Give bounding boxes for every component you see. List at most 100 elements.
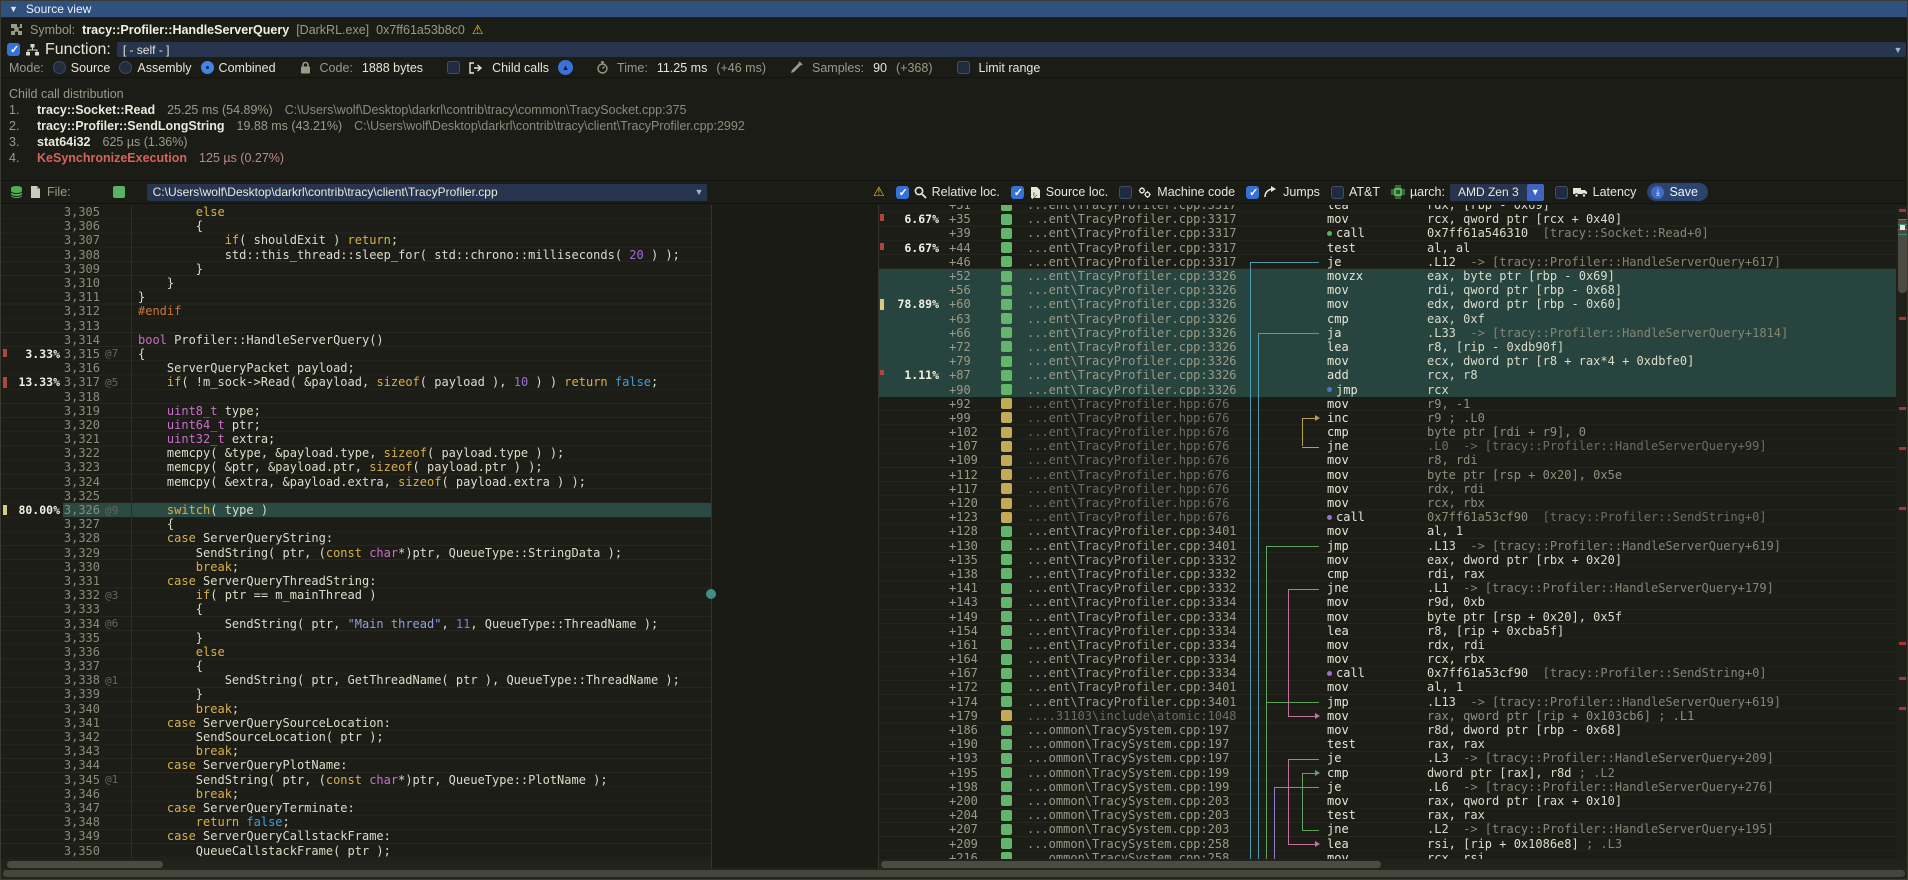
scrollbar-thumb[interactable] [3,870,1905,877]
asm-row[interactable]: +123...ent\TracyProfiler.hpp:676call0x7f… [879,510,1908,524]
asm-row[interactable]: +154...ent\TracyProfiler.cpp:3334lear8, … [879,624,1908,638]
asm-row[interactable]: 6.67%+44...ent\TracyProfiler.cpp:3317tes… [879,241,1908,255]
source-line[interactable]: 3,334@6 SendString( ptr, "Main thread", … [1,616,711,630]
file-path-combo[interactable]: C:\Users\wolf\Desktop\darkrl\contrib\tra… [147,184,707,201]
asm-row[interactable]: +193...ommon\TracySystem.cpp:197je.L3 ->… [879,751,1908,765]
assembly-vscrollbar[interactable] [1896,205,1908,859]
radio-assembly[interactable] [119,61,132,74]
asm-row[interactable]: +128...ent\TracyProfiler.cpp:3401moval, … [879,524,1908,538]
asm-row[interactable]: 78.89%+60...ent\TracyProfiler.cpp:3326mo… [879,297,1908,311]
source-line[interactable]: 3,318 [1,389,711,403]
source-line[interactable]: 3,323 memcpy( &ptr, &payload.ptr, sizeof… [1,460,711,474]
asm-row[interactable]: +79...ent\TracyProfiler.cpp:3326movecx, … [879,354,1908,368]
asm-row[interactable]: +164...ent\TracyProfiler.cpp:3334movrcx,… [879,652,1908,666]
source-line[interactable]: 3,327 { [1,517,711,531]
source-line[interactable]: 3,329 SendString( ptr, (const char*)ptr,… [1,546,711,560]
window-hscrollbar[interactable] [1,868,1908,879]
source-line[interactable]: 3,330 break; [1,560,711,574]
source-line[interactable]: 3,328 case ServerQueryString: [1,531,711,545]
source-line[interactable]: 3,337 { [1,659,711,673]
asm-row[interactable]: +90...ent\TracyProfiler.cpp:3326jmprcx [879,382,1908,396]
asm-row[interactable]: +102...ent\TracyProfiler.hpp:676cmpbyte … [879,425,1908,439]
function-combo[interactable]: [ - self - ] ▼ [117,42,1906,57]
chevron-down-icon[interactable]: ▼ [1890,45,1906,55]
asm-row[interactable]: +99...ent\TracyProfiler.hpp:676incr9 ; .… [879,411,1908,425]
asm-row[interactable]: +143...ent\TracyProfiler.cpp:3334movr9d,… [879,595,1908,609]
save-button[interactable]: ⤓ Save [1647,183,1708,201]
asm-row[interactable]: +186...ommon\TracySystem.cpp:197movr8d, … [879,723,1908,737]
toggle-latency[interactable]: Latency [1555,185,1637,199]
asm-row[interactable]: +161...ent\TracyProfiler.cpp:3334movrdx,… [879,638,1908,652]
source-line[interactable]: 3,331 case ServerQueryThreadString: [1,574,711,588]
source-line[interactable]: 3,333 { [1,602,711,616]
asm-row[interactable]: +135...ent\TracyProfiler.cpp:3332moveax,… [879,553,1908,567]
function-checkbox[interactable] [7,43,20,56]
asm-row[interactable]: +204...ommon\TracySystem.cpp:203testrax,… [879,808,1908,822]
source-line[interactable]: 3,338@1 SendString( ptr, GetThreadName( … [1,673,711,687]
source-line[interactable]: 3,308 std::this_thread::sleep_for( std::… [1,248,711,262]
source-line[interactable]: 3,339 } [1,687,711,701]
asm-row[interactable]: +117...ent\TracyProfiler.hpp:676movrdx, … [879,482,1908,496]
source-line[interactable]: 3,342 SendSourceLocation( ptr ); [1,730,711,744]
source-line[interactable]: 3,312#endif [1,304,711,318]
source-line[interactable]: 3,347 case ServerQueryTerminate: [1,801,711,815]
asm-row[interactable]: +130...ent\TracyProfiler.cpp:3401jmp.L13… [879,539,1908,553]
source-line[interactable]: 3,316 ServerQueryPacket payload; [1,361,711,375]
source-line[interactable]: 3,350 QueueCallstackFrame( ptr ); [1,843,711,857]
titlebar[interactable]: ▼ Source view [1,1,1907,18]
asm-row[interactable]: +107...ent\TracyProfiler.hpp:676jne.L0 -… [879,439,1908,453]
asm-row[interactable]: +209...ommon\TracySystem.cpp:258learsi, … [879,836,1908,850]
collapse-icon[interactable]: ▼ [9,4,18,14]
asm-row[interactable]: +198...ommon\TracySystem.cpp:199je.L6 ->… [879,780,1908,794]
source-line[interactable]: 3,311} [1,290,711,304]
asm-row[interactable]: +141...ent\TracyProfiler.cpp:3332jne.L1 … [879,581,1908,595]
source-line[interactable]: 3,335 } [1,631,711,645]
asm-row[interactable]: +149...ent\TracyProfiler.cpp:3334movbyte… [879,609,1908,623]
asm-row[interactable]: +66...ent\TracyProfiler.cpp:3326ja.L33 -… [879,326,1908,340]
source-line[interactable]: 3,325 [1,489,711,503]
source-line[interactable]: 3,321 uint32_t extra; [1,432,711,446]
toggle-jumps[interactable]: Jumps [1246,185,1320,199]
source-line[interactable]: 3,336 else [1,645,711,659]
asm-row[interactable]: +167...ent\TracyProfiler.cpp:3334call0x7… [879,666,1908,680]
source-line[interactable]: 3,345@1 SendString( ptr, (const char*)pt… [1,773,711,787]
scrollbar-thumb[interactable] [881,861,1381,868]
scrollbar-thumb[interactable] [1898,219,1907,293]
child-call-item[interactable]: 3.stat64i32625 µs (1.36%) [1,134,1907,150]
asm-row[interactable]: +72...ent\TracyProfiler.cpp:3326lear8, [… [879,340,1908,354]
asm-row[interactable]: +172...ent\TracyProfiler.cpp:3401moval, … [879,680,1908,694]
child-call-item[interactable]: 1.tracy::Socket::Read25.25 ms (54.89%)C:… [1,102,1907,118]
asm-row[interactable]: +179....31103\include\atomic:1048movrax,… [879,709,1908,723]
source-line[interactable]: 3,322 memcpy( &type, &payload.type, size… [1,446,711,460]
asm-row[interactable]: +200...ommon\TracySystem.cpp:203movrax, … [879,794,1908,808]
asm-row[interactable]: +109...ent\TracyProfiler.hpp:676movr8, r… [879,453,1908,467]
source-line[interactable]: 3,341 case ServerQuerySourceLocation: [1,716,711,730]
scrollbar-thumb[interactable] [7,861,163,868]
asm-row[interactable]: +56...ent\TracyProfiler.cpp:3326movrdi, … [879,283,1908,297]
asm-row[interactable]: +52...ent\TracyProfiler.cpp:3326movzxeax… [879,269,1908,283]
asm-row[interactable]: +39...ent\TracyProfiler.cpp:3317call0x7f… [879,226,1908,240]
radio-source[interactable] [53,61,66,74]
source-line[interactable]: 3,340 break; [1,702,711,716]
child-call-item[interactable]: 4.KeSynchronizeExecution125 µs (0.27%) [1,150,1907,166]
asm-row[interactable]: 1.11%+87...ent\TracyProfiler.cpp:3326add… [879,368,1908,382]
chevron-down-icon[interactable]: ▼ [691,187,707,197]
source-line[interactable]: 3,307 if( shouldExit ) return; [1,233,711,247]
asm-row[interactable]: 6.67%+35...ent\TracyProfiler.cpp:3317mov… [879,212,1908,226]
source-line[interactable]: 3,344 case ServerQueryPlotName: [1,758,711,772]
asm-row[interactable]: +138...ent\TracyProfiler.cpp:3332cmprdi,… [879,567,1908,581]
asm-row[interactable]: +174...ent\TracyProfiler.cpp:3401jmp.L13… [879,695,1908,709]
toggle-relative-loc[interactable]: Relative loc. [896,185,1000,199]
source-line[interactable]: 3,346 break; [1,787,711,801]
source-line[interactable]: 3,332@3 if( ptr == m_mainThread ) [1,588,711,602]
child-calls-checkbox[interactable] [447,61,460,74]
source-line[interactable]: 3,309 } [1,262,711,276]
source-line[interactable]: 3,319 uint8_t type; [1,404,711,418]
mode-assembly[interactable]: Assembly [119,61,191,75]
asm-row[interactable]: +46...ent\TracyProfiler.cpp:3317je.L12 -… [879,255,1908,269]
source-line[interactable]: 3,306 { [1,219,711,233]
toggle-source-loc[interactable]: Source loc. [1011,185,1109,199]
mode-source[interactable]: Source [53,61,111,75]
source-line[interactable]: 3,343 break; [1,744,711,758]
limit-range-checkbox[interactable] [957,61,970,74]
